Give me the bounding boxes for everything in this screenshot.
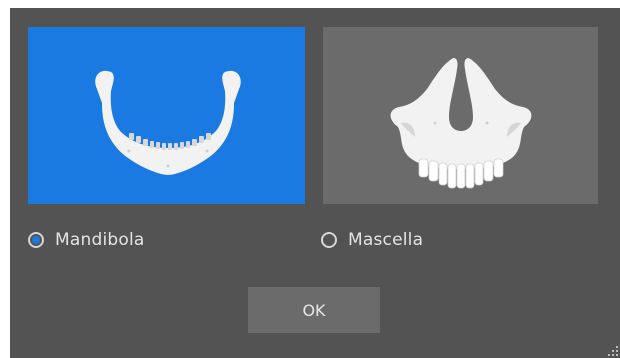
jaw-selection-dialog: Mandibola Mascella OK <box>10 8 620 358</box>
mandibola-radio-button[interactable] <box>28 232 44 248</box>
maxilla-jaw-icon <box>390 58 532 189</box>
mandibola-image-card[interactable] <box>28 27 305 204</box>
mandible-jaw-icon <box>95 70 241 175</box>
mascella-radio-option[interactable]: Mascella <box>321 228 423 252</box>
mandibola-radio-option[interactable]: Mandibola <box>28 228 145 252</box>
mascella-image-card[interactable] <box>323 27 598 204</box>
resize-grip-icon[interactable] <box>606 344 618 356</box>
ok-button[interactable]: OK <box>248 287 380 333</box>
mandibola-radio-label: Mandibola <box>55 230 145 250</box>
mascella-radio-button[interactable] <box>321 232 337 248</box>
mascella-radio-label: Mascella <box>348 230 424 250</box>
